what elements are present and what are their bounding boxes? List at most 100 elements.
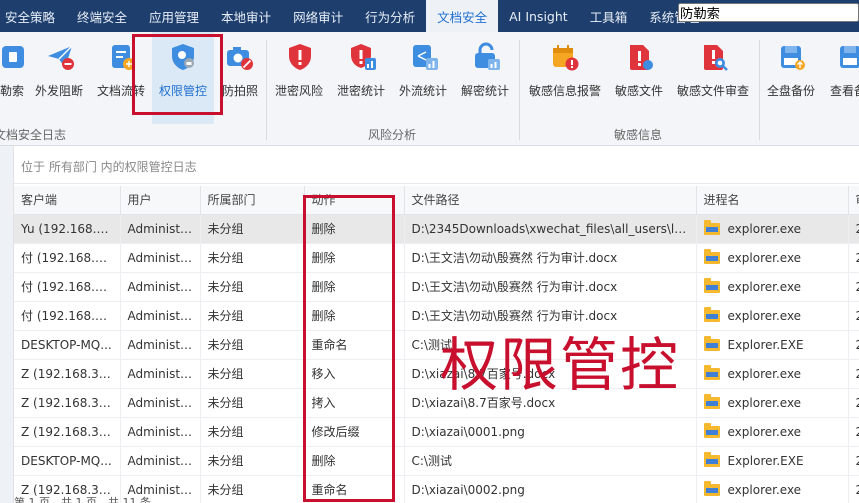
- cell-audit: 2: [848, 272, 859, 302]
- cell-department: 未分组: [200, 446, 305, 476]
- process-name: explorer.exe: [727, 395, 802, 410]
- cell-user: Administr...: [120, 272, 201, 302]
- ribbon-button-label: 泄密统计: [337, 84, 386, 98]
- column-header-audit[interactable]: 审: [848, 186, 859, 215]
- ribbon-button-document-flow[interactable]: 文档流转: [94, 32, 150, 124]
- document-flow-icon: [112, 45, 135, 70]
- explorer-folder-icon: [703, 277, 720, 293]
- table-header-row: 客户端 用户 所属部门 动作 文件路径 进程名 审: [14, 186, 859, 215]
- nav-tab[interactable]: 本地审计: [210, 0, 282, 32]
- column-header-user[interactable]: 用户: [120, 186, 201, 215]
- shield-alert-icon: [289, 44, 311, 70]
- nav-tab[interactable]: AI Insight: [498, 0, 579, 32]
- nav-tab[interactable]: 工具箱: [579, 0, 639, 32]
- table-row[interactable]: DESKTOP-MQ... Administr... 未分组 重命名 C:\测试 Expl…: [14, 330, 859, 360]
- cell-action: 删除: [304, 243, 405, 273]
- ribbon-button-leak-stats[interactable]: 泄密统计: [334, 32, 390, 124]
- cell-action: 修改后缀: [304, 417, 405, 447]
- calendar-alert-icon: [553, 45, 579, 71]
- ribbon-button-label: 查看备: [830, 84, 859, 98]
- cell-department: 未分组: [200, 243, 305, 273]
- column-header-client[interactable]: 客户端: [14, 186, 121, 215]
- column-header-process[interactable]: 进程名: [696, 186, 849, 215]
- ribbon-button-permission-control[interactable]: 权限管控: [152, 32, 214, 124]
- process-name: explorer.exe: [727, 221, 802, 236]
- table-row[interactable]: Yu (192.168.3.... Administr... 未分组 删除 D:\234…: [14, 214, 859, 244]
- cell-action: 拷入: [304, 388, 405, 418]
- view-backup-icon: [840, 46, 859, 68]
- group-label-doc-log: 文档安全日志: [0, 128, 67, 142]
- process-cell-content: explorer.exe: [703, 277, 841, 294]
- ribbon-button-sensitive-alert[interactable]: 敏感信息报警: [524, 32, 606, 124]
- process-name: explorer.exe: [727, 279, 802, 294]
- process-cell-content: explorer.exe: [703, 480, 841, 497]
- cell-department: 未分组: [200, 475, 305, 503]
- ribbon-button-anti-photo[interactable]: 防拍照: [218, 32, 262, 124]
- group-divider: [759, 40, 760, 140]
- cell-user: Administr...: [120, 359, 201, 389]
- nav-tab[interactable]: 行为分析: [354, 0, 426, 32]
- cell-client: DESKTOP-MQ...: [14, 446, 121, 476]
- cell-action: 删除: [304, 446, 405, 476]
- explorer-folder-icon: [703, 451, 720, 467]
- nav-tab[interactable]: 终端安全: [66, 0, 138, 32]
- ribbon-button-full-backup[interactable]: 全盘备份: [762, 32, 822, 124]
- ribbon-button-decrypt-stats[interactable]: 解密统计: [458, 32, 514, 124]
- cell-action: 重命名: [304, 330, 405, 360]
- ribbon-button-label: 解密统计: [461, 84, 510, 98]
- nav-tab[interactable]: 网络审计: [282, 0, 354, 32]
- ribbon-button-label: 外发阻断: [35, 84, 84, 98]
- table-row[interactable]: 付 (192.168.3.... Administr... 未分组 删除 D:\王文洁\…: [14, 272, 859, 302]
- process-name: explorer.exe: [727, 250, 802, 265]
- ribbon-button-view-backup[interactable]: 查看备: [826, 32, 859, 124]
- cell-file-path: C:\测试: [404, 446, 697, 476]
- ribbon-button-label: 权限管控: [159, 84, 208, 98]
- cell-process: explorer.exe: [696, 301, 849, 331]
- process-name: explorer.exe: [727, 482, 802, 497]
- process-name: Explorer.EXE: [727, 453, 804, 468]
- cell-audit: 2: [848, 214, 859, 244]
- process-name: Explorer.EXE: [727, 337, 804, 352]
- nav-tab[interactable]: 文档安全: [426, 0, 499, 32]
- cell-department: 未分组: [200, 417, 305, 447]
- cell-audit: 2: [848, 446, 859, 476]
- ribbon-button-leak-risk[interactable]: 泄密风险: [272, 32, 328, 124]
- cell-audit: 2: [848, 388, 859, 418]
- cell-file-path: D:\王文洁\勿动\殷赛然 行为审计.docx: [404, 272, 697, 302]
- cell-process: explorer.exe: [696, 214, 849, 244]
- table-row[interactable]: Z (192.168.3.34) Administr... 未分组 修改后缀 D:\xi…: [14, 417, 859, 447]
- column-header-department[interactable]: 所属部门: [200, 186, 305, 215]
- ribbon-button-outbound-block[interactable]: 外发阻断: [32, 32, 88, 124]
- cell-process: explorer.exe: [696, 417, 849, 447]
- ribbon-button-outflow-stats[interactable]: 外流统计: [396, 32, 452, 124]
- process-cell-content: Explorer.EXE: [703, 335, 841, 352]
- cell-department: 未分组: [200, 272, 305, 302]
- table-row[interactable]: 付 (192.168.3.... Administr... 未分组 删除 D:\王文洁\…: [14, 243, 859, 273]
- cell-file-path: D:\2345Downloads\xwechat_files\all_users…: [404, 214, 697, 244]
- cell-client: DESKTOP-MQ...: [14, 330, 121, 360]
- cell-client: 付 (192.168.3....: [14, 272, 121, 302]
- pager-text: 第 1 页，共 1 页，共 11 条: [14, 496, 151, 503]
- cell-action: 删除: [304, 272, 405, 302]
- ribbon-toolbar: 勒索 外发阻断 文档流转 权限管控 防拍照 泄密风险 泄密统计 外流统计 解密统…: [0, 32, 859, 146]
- ribbon-button-sensitive-files[interactable]: 敏感文件: [610, 32, 670, 124]
- column-header-action[interactable]: 动作: [304, 186, 405, 215]
- ribbon-button-label: 泄密风险: [275, 84, 324, 98]
- disk-backup-icon: [781, 46, 805, 70]
- file-search-icon: [704, 45, 728, 71]
- table-row[interactable]: Z (192.168.3.34) Administr... 未分组 拷入 D:\xiaz…: [14, 388, 859, 418]
- table-row[interactable]: DESKTOP-MQ... Administr... 未分组 删除 C:\测试 Explo…: [14, 446, 859, 476]
- search-input[interactable]: [678, 3, 859, 22]
- process-cell-content: explorer.exe: [703, 422, 841, 439]
- process-cell-content: explorer.exe: [703, 393, 841, 410]
- cell-audit: 2: [848, 243, 859, 273]
- table-row[interactable]: 付 (192.168.3.... Administr... 未分组 删除 D:\王文洁\…: [14, 301, 859, 331]
- table-row[interactable]: Z (192.168.3.34) Administr... 未分组 移入 D:\xiaz…: [14, 359, 859, 389]
- cell-audit: 2: [848, 330, 859, 360]
- ribbon-button-sensitive-file-review[interactable]: 敏感文件审查: [673, 32, 755, 124]
- ribbon-button-ransomware[interactable]: 勒索: [0, 32, 30, 124]
- nav-tab[interactable]: 安全策略: [0, 0, 66, 32]
- nav-tab[interactable]: 应用管理: [138, 0, 210, 32]
- column-header-file-path[interactable]: 文件路径: [404, 186, 697, 215]
- shield-lock-icon: [172, 44, 194, 70]
